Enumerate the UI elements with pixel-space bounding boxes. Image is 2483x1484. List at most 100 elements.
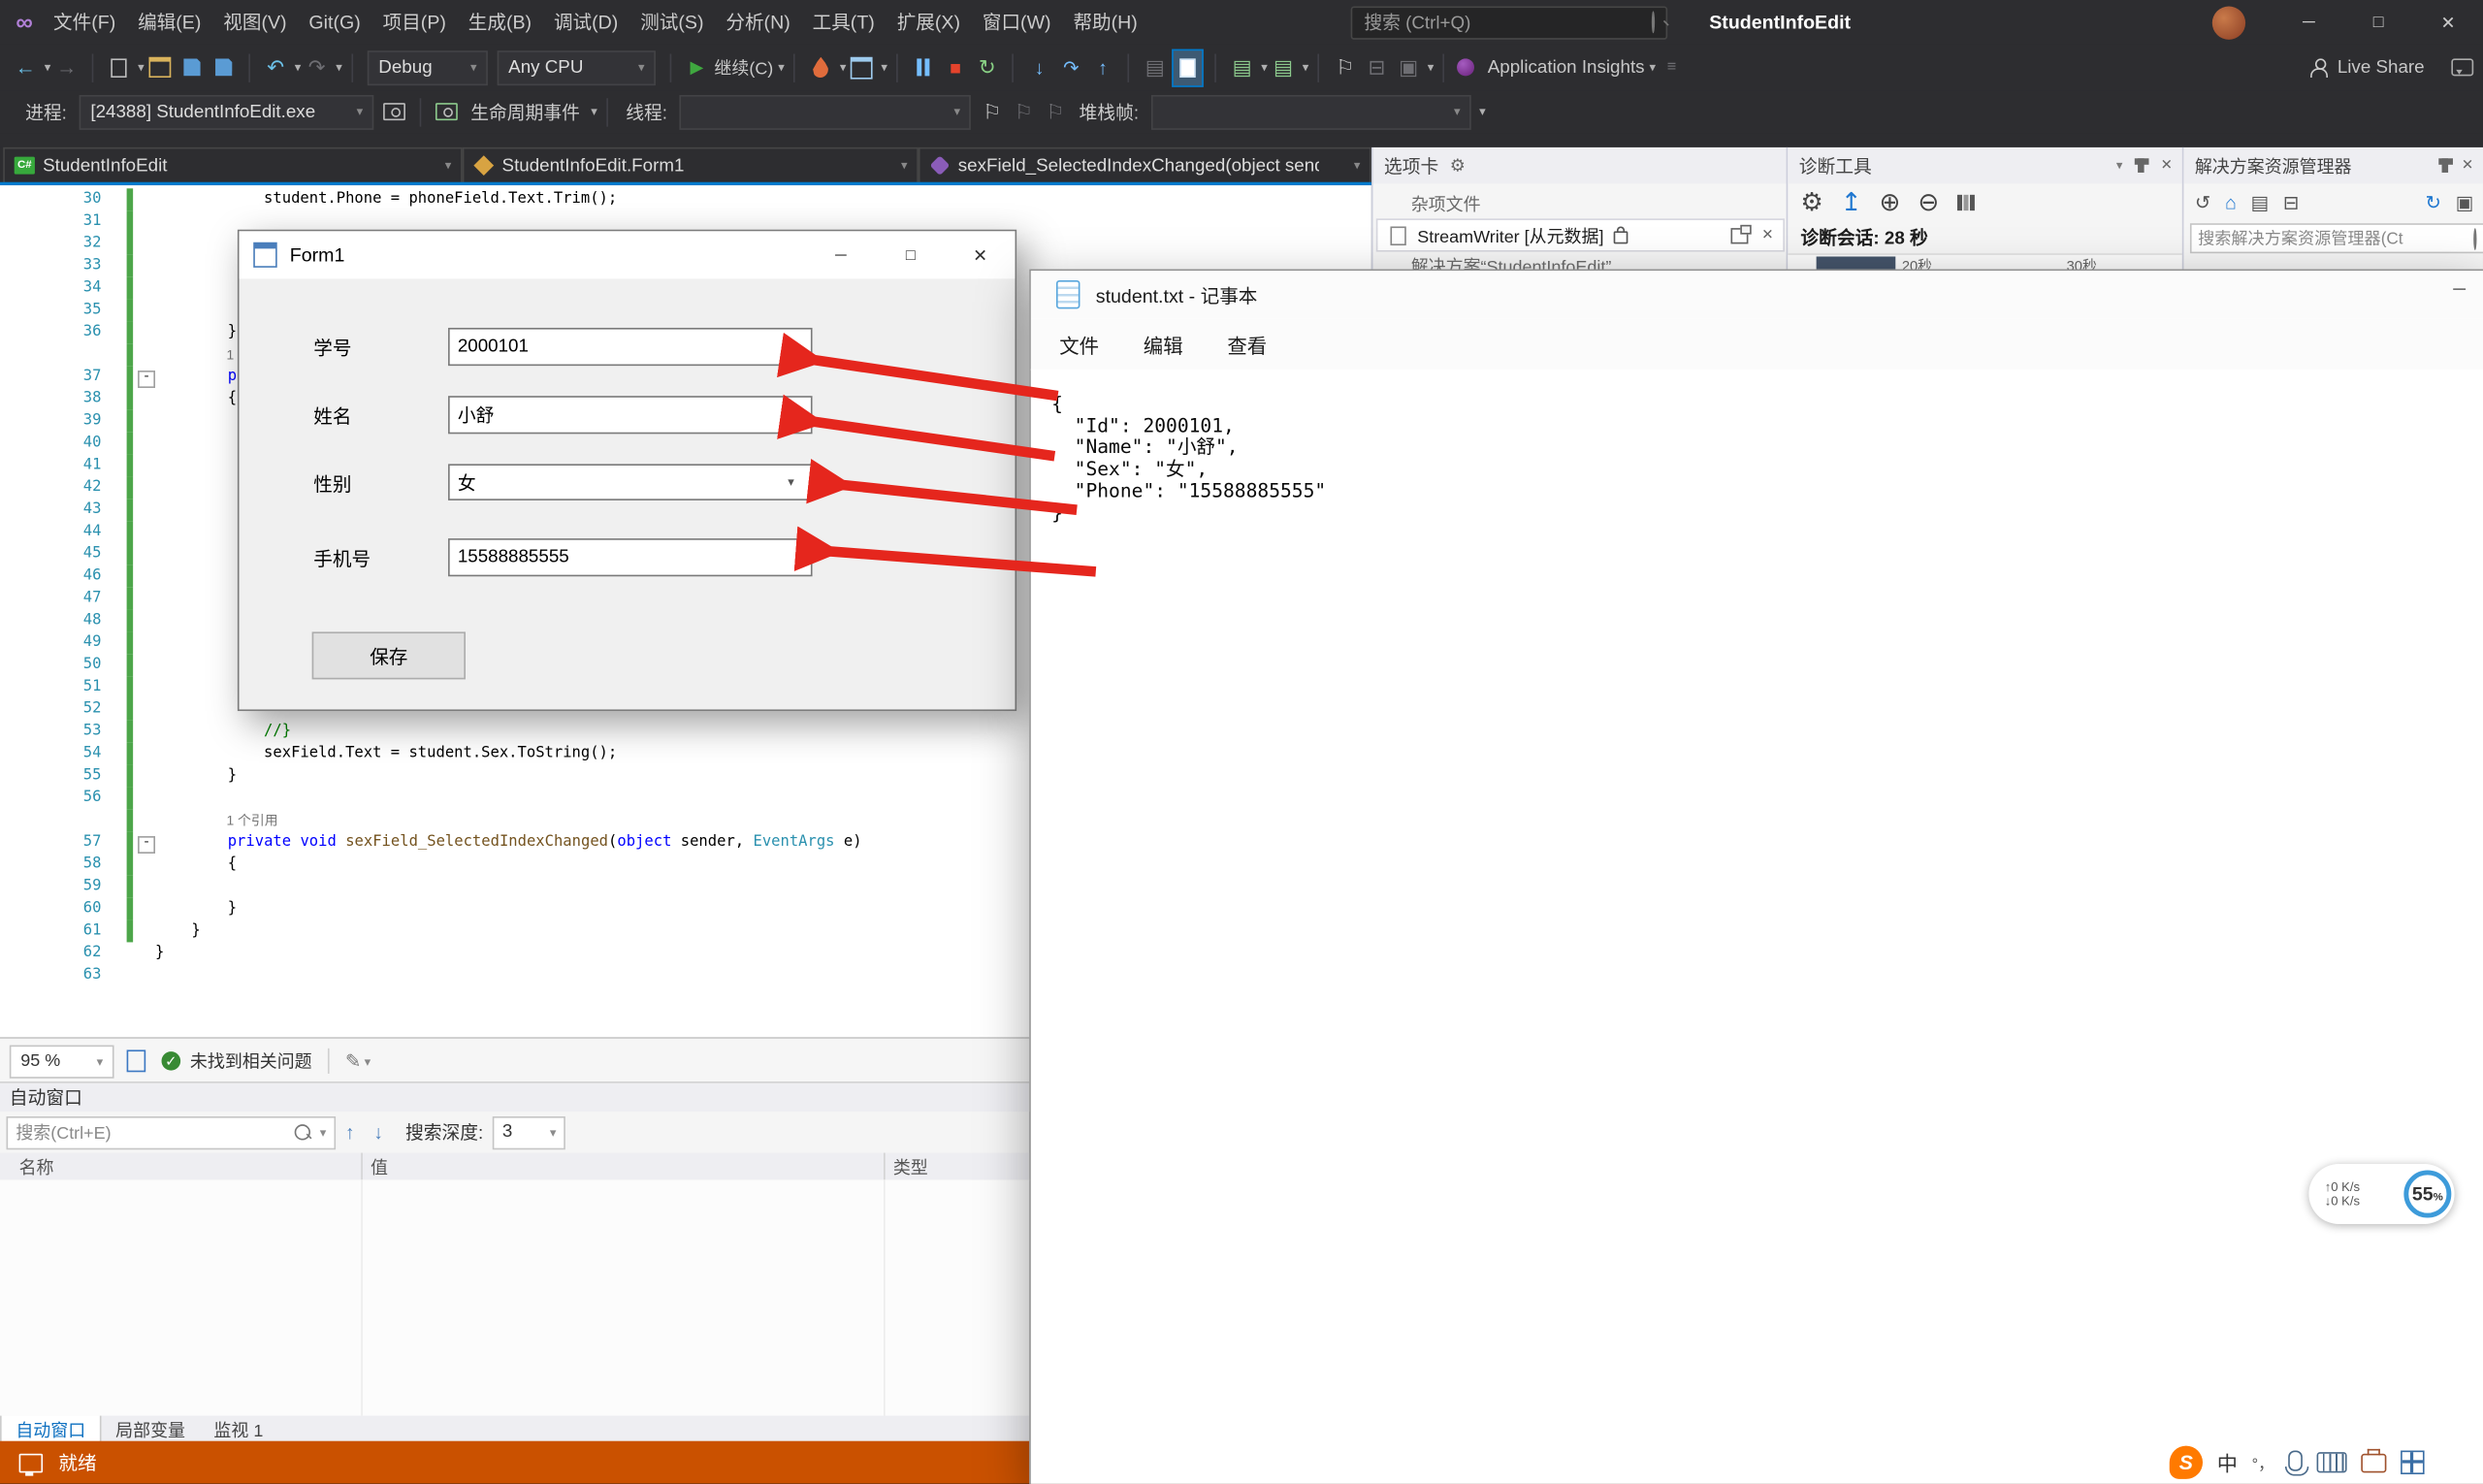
application-insights-icon[interactable] [1456, 49, 1484, 84]
immediate-window-icon[interactable]: ▤ [1228, 49, 1256, 84]
menu-item[interactable]: 窗口(W) [971, 0, 1062, 45]
column-value[interactable]: 值 [371, 1154, 388, 1179]
menu-item[interactable]: 调试(D) [543, 0, 629, 45]
sogou-logo-icon[interactable]: S [2170, 1446, 2203, 1479]
toolbar-options-caret-icon[interactable]: ▾ [1479, 105, 1486, 119]
field-input[interactable]: 2000101 [448, 328, 813, 366]
lifecycle-events-icon[interactable] [433, 94, 461, 129]
redo-icon[interactable]: ↷ [303, 49, 331, 84]
close-button[interactable]: ✕ [946, 231, 1016, 278]
pin-icon[interactable] [2139, 158, 2145, 173]
maximize-button[interactable]: □ [876, 231, 946, 278]
autos-title-bar[interactable]: 自动窗口 ▾ [0, 1083, 1048, 1112]
feedback-icon[interactable] [2448, 49, 2476, 84]
open-folder-icon[interactable] [145, 49, 174, 84]
mic-icon[interactable] [2288, 1450, 2303, 1470]
search-down-icon[interactable]: ↓ [373, 1121, 383, 1144]
lifecycle-events-button[interactable]: 生命周期事件 [470, 99, 580, 124]
show-diagnostics-toggle-icon[interactable] [1173, 48, 1205, 86]
preview-icon[interactable]: ▣ [2456, 192, 2474, 214]
export-icon[interactable]: ↥ [1841, 187, 1862, 219]
zoom-dropdown[interactable]: 95 % ▾ [10, 1045, 114, 1078]
menu-item[interactable]: 视图(V) [212, 0, 298, 45]
chart-icon[interactable] [1956, 195, 1974, 210]
tool-window-tab[interactable]: 自动窗口 [0, 1416, 101, 1444]
notepad-menu-item[interactable]: 查看 [1205, 329, 1289, 359]
ime-panel-icon[interactable] [2401, 1451, 2424, 1474]
close-icon[interactable]: ✕ [2161, 157, 2173, 175]
caret-icon[interactable]: ▾ [881, 60, 887, 75]
bookmark-icon[interactable]: ⚐ [1331, 49, 1359, 84]
type-dropdown[interactable]: StudentInfoEdit.Form1 ▾ [463, 147, 919, 184]
tool-window-tab[interactable]: 局部变量 [101, 1416, 199, 1443]
caret-icon[interactable]: ▾ [2116, 158, 2123, 173]
member-dropdown[interactable]: sexField_SelectedIndexChanged(object sen… [919, 147, 1371, 184]
continue-button[interactable]: 继续(C) [714, 49, 773, 84]
gear-icon[interactable]: ⚙ [1800, 187, 1822, 219]
zoom-in-icon[interactable]: ⊕ [1880, 187, 1901, 219]
network-speed-widget[interactable]: ↑0 K/s ↓0 K/s 55% [2308, 1164, 2454, 1224]
breakpoints-window-icon[interactable]: ▤ [1141, 49, 1169, 84]
fold-definitions-icon[interactable]: ⊟ [1363, 49, 1391, 84]
user-avatar[interactable] [2212, 6, 2245, 39]
soft-keyboard-icon[interactable] [2317, 1452, 2347, 1472]
code-cleanup-icon[interactable]: ✎ [345, 1049, 361, 1072]
back-history-icon[interactable]: ↺ [2195, 192, 2210, 214]
step-over-icon[interactable]: ↷ [1057, 49, 1085, 84]
caret-icon[interactable]: ▾ [778, 60, 785, 75]
search-up-icon[interactable]: ↑ [345, 1121, 355, 1144]
code-window-icon[interactable] [848, 49, 876, 84]
diagnostics-header[interactable]: 诊断工具 ▾ ✕ [1788, 147, 2183, 184]
quick-search-input[interactable]: 搜索 (Ctrl+Q) [1351, 6, 1668, 39]
sex-combobox[interactable]: 女▾ [448, 464, 813, 500]
step-into-icon[interactable]: ↓ [1025, 49, 1053, 84]
memory-usage-badge[interactable]: 55% [2403, 1171, 2451, 1218]
live-share-button[interactable]: Live Share [2338, 49, 2425, 84]
navigate-back-icon[interactable]: ← [11, 49, 39, 84]
zoom-out-icon[interactable]: ⊖ [1918, 187, 1939, 219]
refresh-icon[interactable]: ↻ [2426, 192, 2441, 214]
form1-title-bar[interactable]: Form1 ─ □ ✕ [240, 231, 1016, 278]
tabs-pane-header[interactable]: 选项卡 ⚙ [1373, 147, 1789, 184]
watch-window-icon[interactable]: ▤ [1269, 49, 1297, 84]
tool-window-tab[interactable]: 监视 1 [200, 1416, 277, 1443]
pin-icon[interactable] [2442, 158, 2449, 173]
notepad-menu-item[interactable]: 编辑 [1121, 329, 1206, 359]
gear-icon[interactable]: ⚙ [1450, 155, 1466, 176]
toolbar-overflow-icon[interactable]: ≡ [1658, 49, 1686, 84]
save-button[interactable]: 保存 [312, 631, 466, 679]
caret-icon[interactable]: ▾ [591, 105, 597, 119]
collapse-icon[interactable]: - [138, 370, 155, 387]
field-input[interactable]: 15588885555 [448, 538, 813, 576]
minimize-button[interactable]: ─ [2453, 280, 2466, 300]
column-name[interactable]: 名称 [19, 1154, 54, 1179]
notepad-menu-item[interactable]: 文件 [1037, 329, 1121, 359]
solution-search-input[interactable]: 搜索解决方案资源管理器(Ct [2190, 223, 2483, 253]
flag-prev-icon[interactable]: ⚐ [1041, 94, 1069, 129]
continue-icon[interactable]: ▶ [683, 49, 711, 84]
toolbox-icon[interactable] [2361, 1453, 2386, 1472]
application-insights-button[interactable]: Application Insights [1488, 49, 1645, 84]
codelens-references[interactable]: 1 个引用 [226, 809, 277, 831]
menu-item[interactable]: Git(G) [298, 0, 371, 45]
caret-icon[interactable]: ▾ [1649, 60, 1656, 75]
close-button[interactable]: ✕ [2413, 0, 2483, 45]
menu-item[interactable]: 编辑(E) [127, 0, 212, 45]
close-icon[interactable]: ✕ [1761, 226, 1773, 243]
punctuation-icon[interactable]: °， [2252, 1451, 2274, 1474]
menu-item[interactable]: 项目(P) [371, 0, 457, 45]
navigate-forward-icon[interactable]: → [52, 49, 81, 84]
column-type[interactable]: 类型 [893, 1154, 928, 1179]
caret-icon[interactable]: ▾ [320, 1125, 327, 1140]
caret-icon[interactable]: ▾ [1303, 60, 1309, 75]
save-all-icon[interactable] [210, 49, 238, 84]
ime-mode-toggle[interactable]: 中 [2217, 1447, 2238, 1477]
menu-item[interactable]: 生成(B) [457, 0, 542, 45]
notepad-title-bar[interactable]: student.txt - 记事本 ─ [1031, 271, 2483, 318]
caret-icon[interactable]: ▾ [295, 60, 302, 75]
chevron-down-icon[interactable]: ▾ [779, 466, 802, 499]
close-icon[interactable]: ✕ [2462, 157, 2473, 175]
break-all-icon[interactable] [910, 49, 938, 84]
caret-icon[interactable]: ▾ [365, 1054, 371, 1069]
solution-configuration-dropdown[interactable]: Debug▾ [368, 49, 488, 84]
